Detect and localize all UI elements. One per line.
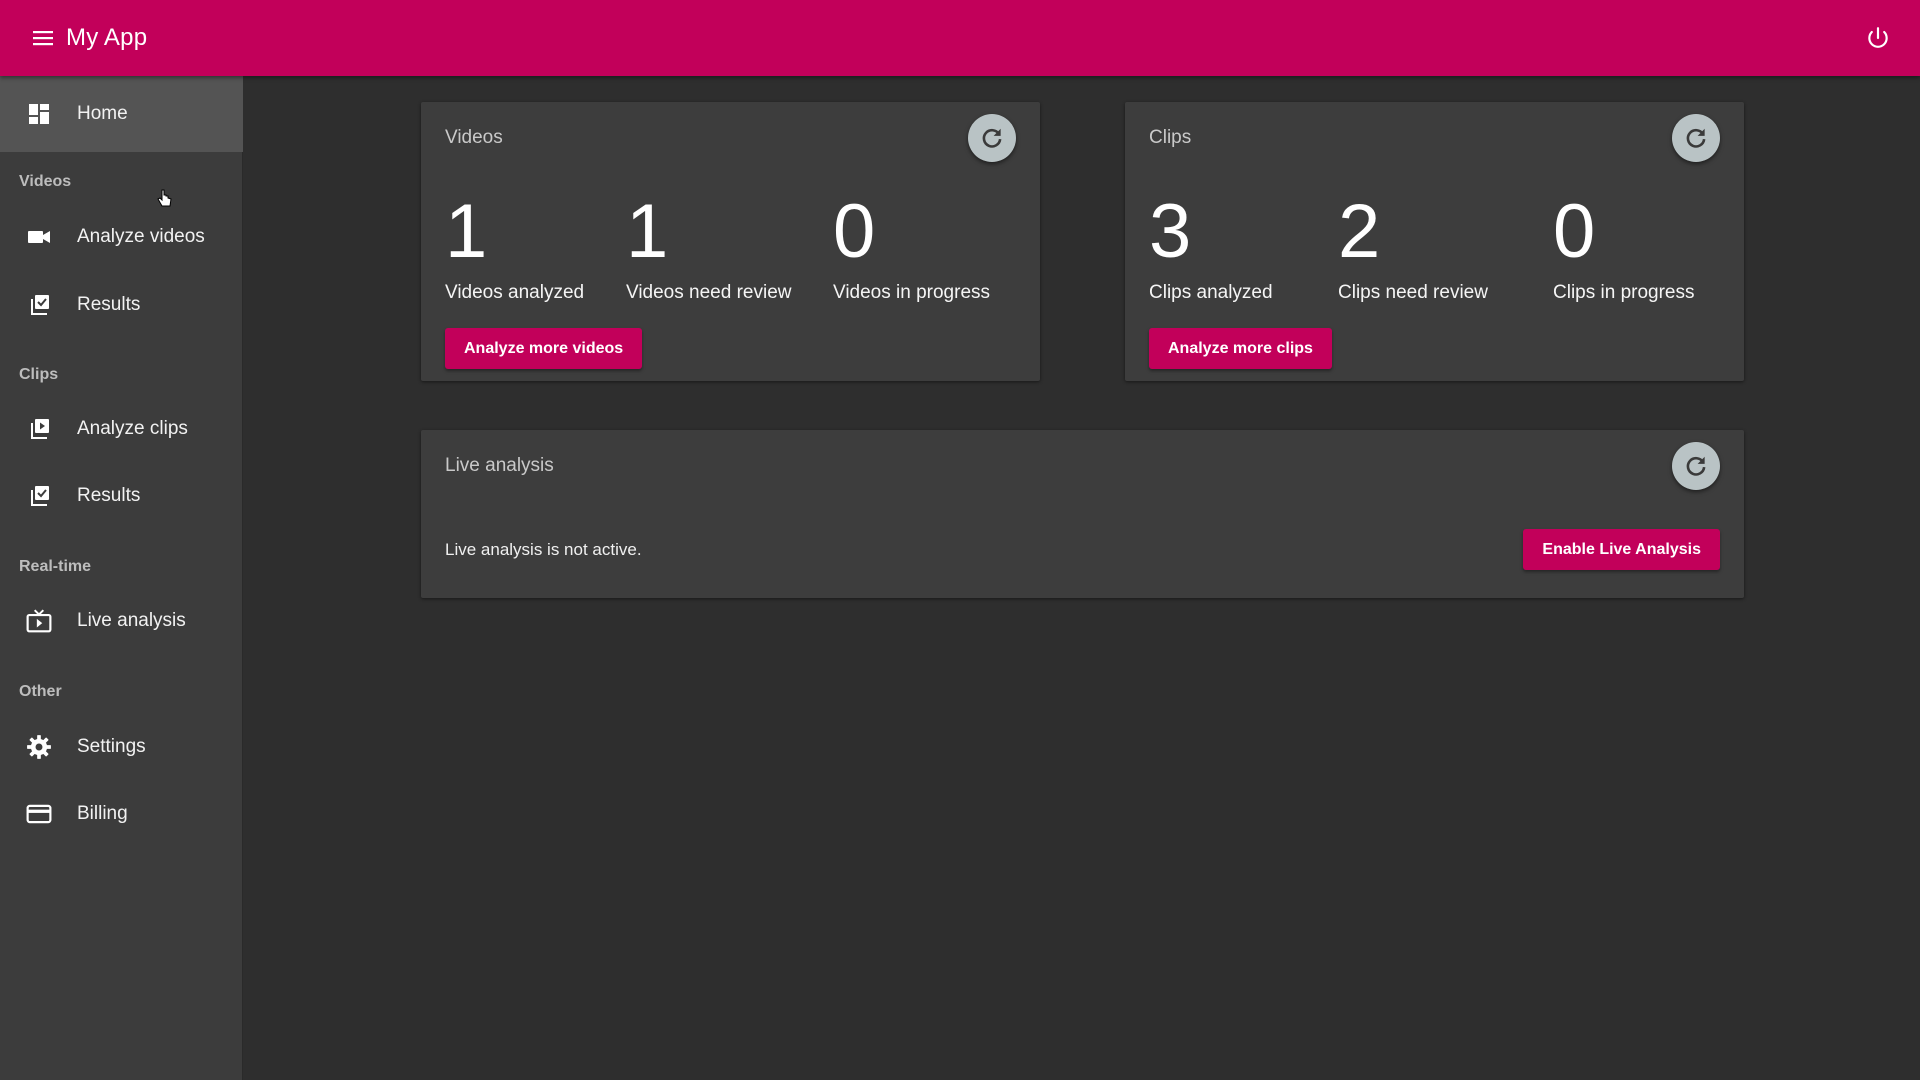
sidebar-item-label: Live analysis — [77, 610, 186, 631]
menu-icon — [33, 31, 53, 46]
stat-videos-in-progress: 0 Videos in progress — [833, 194, 990, 304]
videocam-icon — [26, 224, 52, 250]
library-check-icon — [26, 483, 52, 509]
sidebar-section-clips: Clips — [19, 366, 59, 383]
gear-icon — [26, 734, 52, 760]
sidebar-item-label: Settings — [77, 736, 146, 757]
sidebar-item-analyze-clips[interactable]: Analyze clips — [0, 391, 243, 467]
sidebar-item-billing[interactable]: Billing — [0, 776, 243, 852]
sidebar-item-label: Analyze videos — [77, 226, 205, 247]
refresh-icon — [1686, 128, 1706, 148]
stat-label: Videos analyzed — [445, 282, 585, 303]
stat-label: Clips need review — [1338, 282, 1488, 303]
app-title: My App — [66, 24, 148, 51]
library-check-icon — [26, 292, 52, 318]
stat-label: Videos need review — [626, 282, 792, 303]
card-title: Videos — [445, 127, 503, 148]
app-bar: My App — [0, 0, 1920, 76]
video-library-icon — [26, 416, 52, 442]
card-title: Live analysis — [445, 455, 554, 476]
sidebar-item-label: Billing — [77, 803, 128, 824]
stat-videos-analyzed: 1 Videos analyzed — [445, 194, 584, 304]
refresh-icon — [1686, 456, 1706, 476]
stat-value: 0 — [833, 189, 876, 274]
refresh-live-button[interactable] — [1672, 442, 1720, 490]
menu-button[interactable] — [21, 16, 65, 60]
sidebar-item-label: Results — [77, 294, 141, 315]
stat-clips-need-review: 2 Clips need review — [1338, 194, 1488, 304]
refresh-clips-button[interactable] — [1672, 114, 1720, 162]
power-icon — [1868, 27, 1888, 48]
analyze-more-clips-button[interactable]: Analyze more clips — [1149, 328, 1332, 369]
clips-card: Clips 3 Clips analyzed 2 Clips need revi… — [1125, 102, 1744, 381]
credit-card-icon — [26, 801, 52, 827]
live-analysis-card: Live analysis Live analysis is not activ… — [421, 430, 1744, 598]
videos-card: Videos 1 Videos analyzed 1 Videos need r… — [421, 102, 1040, 381]
sidebar-item-video-results[interactable]: Results — [0, 267, 243, 343]
stat-label: Clips in progress — [1553, 282, 1695, 303]
stat-value: 2 — [1338, 189, 1381, 274]
stat-value: 1 — [626, 189, 669, 274]
stat-clips-analyzed: 3 Clips analyzed — [1149, 194, 1273, 304]
live-tv-icon — [26, 608, 52, 634]
sidebar-item-clip-results[interactable]: Results — [0, 458, 243, 534]
stat-videos-need-review: 1 Videos need review — [626, 194, 791, 304]
enable-live-analysis-button[interactable]: Enable Live Analysis — [1523, 529, 1720, 570]
stat-value: 3 — [1149, 189, 1192, 274]
analyze-more-videos-button[interactable]: Analyze more videos — [445, 328, 643, 369]
dashboard-icon — [26, 101, 52, 127]
refresh-videos-button[interactable] — [968, 114, 1016, 162]
sidebar-item-label: Home — [77, 103, 128, 124]
sidebar-item-label: Results — [77, 485, 141, 506]
sidebar-section-other: Other — [19, 683, 62, 700]
sidebar-item-settings[interactable]: Settings — [0, 709, 243, 785]
stat-clips-in-progress: 0 Clips in progress — [1553, 194, 1695, 304]
sidebar: Home Videos Analyze videos Results Clips — [0, 76, 243, 1080]
stat-label: Videos in progress — [833, 282, 991, 303]
sidebar-section-realtime: Real-time — [19, 558, 92, 575]
sidebar-item-label: Analyze clips — [77, 418, 188, 439]
sidebar-item-live-analysis[interactable]: Live analysis — [0, 583, 243, 659]
refresh-icon — [982, 128, 1002, 148]
stat-value: 1 — [445, 189, 488, 274]
stat-label: Clips analyzed — [1149, 282, 1273, 303]
logout-button[interactable] — [1858, 18, 1898, 58]
sidebar-section-videos: Videos — [19, 173, 72, 190]
card-title: Clips — [1149, 127, 1192, 148]
sidebar-item-home[interactable]: Home — [0, 76, 243, 152]
stat-value: 0 — [1553, 189, 1596, 274]
live-status-text: Live analysis is not active. — [445, 540, 642, 559]
sidebar-item-analyze-videos[interactable]: Analyze videos — [0, 199, 243, 275]
